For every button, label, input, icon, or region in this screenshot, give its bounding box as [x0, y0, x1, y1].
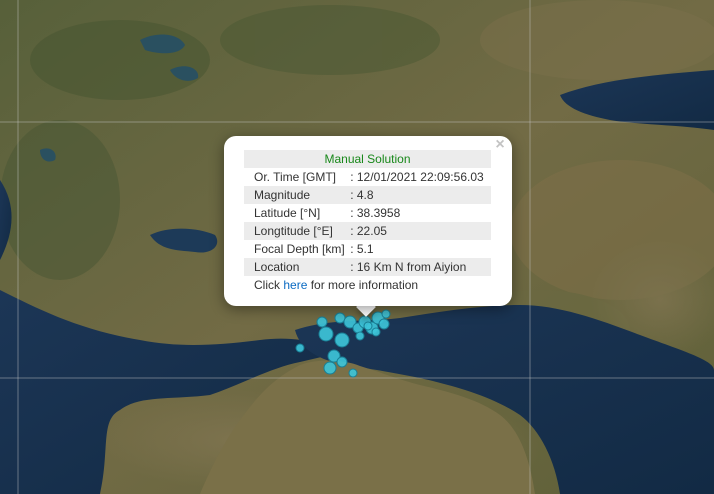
earthquake-marker[interactable] [334, 332, 350, 348]
earthquake-marker[interactable] [295, 343, 305, 353]
info-row: Or. Time [GMT] : 12/01/2021 22:09:56.03 [244, 168, 491, 186]
earthquake-marker[interactable] [336, 356, 348, 368]
earthquake-marker[interactable] [334, 312, 346, 324]
info-row: Location : 16 Km N from Aiyion [244, 258, 491, 276]
info-row: Magnitude : 4.8 [244, 186, 491, 204]
info-value: : 16 Km N from Aiyion [350, 258, 491, 276]
close-icon[interactable]: × [493, 137, 507, 153]
popup-title-row: Manual Solution [244, 150, 491, 168]
info-value: : 5.1 [350, 242, 374, 256]
more-info-link[interactable]: here [283, 278, 307, 292]
info-label: Latitude [°N] [254, 206, 321, 220]
footer-row: Click here for more information [244, 276, 491, 294]
info-value: : 38.3958 [350, 206, 401, 220]
info-value: : 12/01/2021 22:09:56.03 [350, 170, 484, 184]
info-label: Location [244, 258, 351, 276]
earthquake-marker[interactable] [381, 309, 391, 319]
footer-text-before: Click [254, 278, 284, 292]
earthquake-marker[interactable] [371, 327, 381, 337]
footer-text-after: for more information [307, 278, 419, 292]
earthquake-marker[interactable] [318, 326, 334, 342]
info-label: Longtitude [°E] [244, 222, 351, 240]
info-label: Focal Depth [km] [254, 242, 345, 256]
info-row: Latitude [°N] : 38.3958 [244, 204, 491, 222]
info-row: Focal Depth [km] : 5.1 [244, 240, 491, 258]
more-info-text: Click here for more information [244, 276, 491, 294]
earthquake-marker[interactable] [316, 316, 328, 328]
earthquake-marker[interactable] [378, 318, 390, 330]
popup-title: Manual Solution [244, 150, 491, 168]
earthquake-marker[interactable] [348, 368, 358, 378]
info-value: : 4.8 [350, 186, 491, 204]
event-info-table: Manual Solution Or. Time [GMT] : 12/01/2… [244, 150, 491, 294]
earthquake-marker[interactable] [323, 361, 337, 375]
event-info-popup: × Manual Solution Or. Time [GMT] : 12/01… [224, 136, 512, 306]
info-row: Longtitude [°E] : 22.05 [244, 222, 491, 240]
earthquake-marker[interactable] [355, 331, 365, 341]
info-value: : 22.05 [350, 222, 491, 240]
info-label: Magnitude [244, 186, 351, 204]
info-label: Or. Time [GMT] [254, 170, 337, 184]
earthquake-marker[interactable] [363, 321, 373, 331]
